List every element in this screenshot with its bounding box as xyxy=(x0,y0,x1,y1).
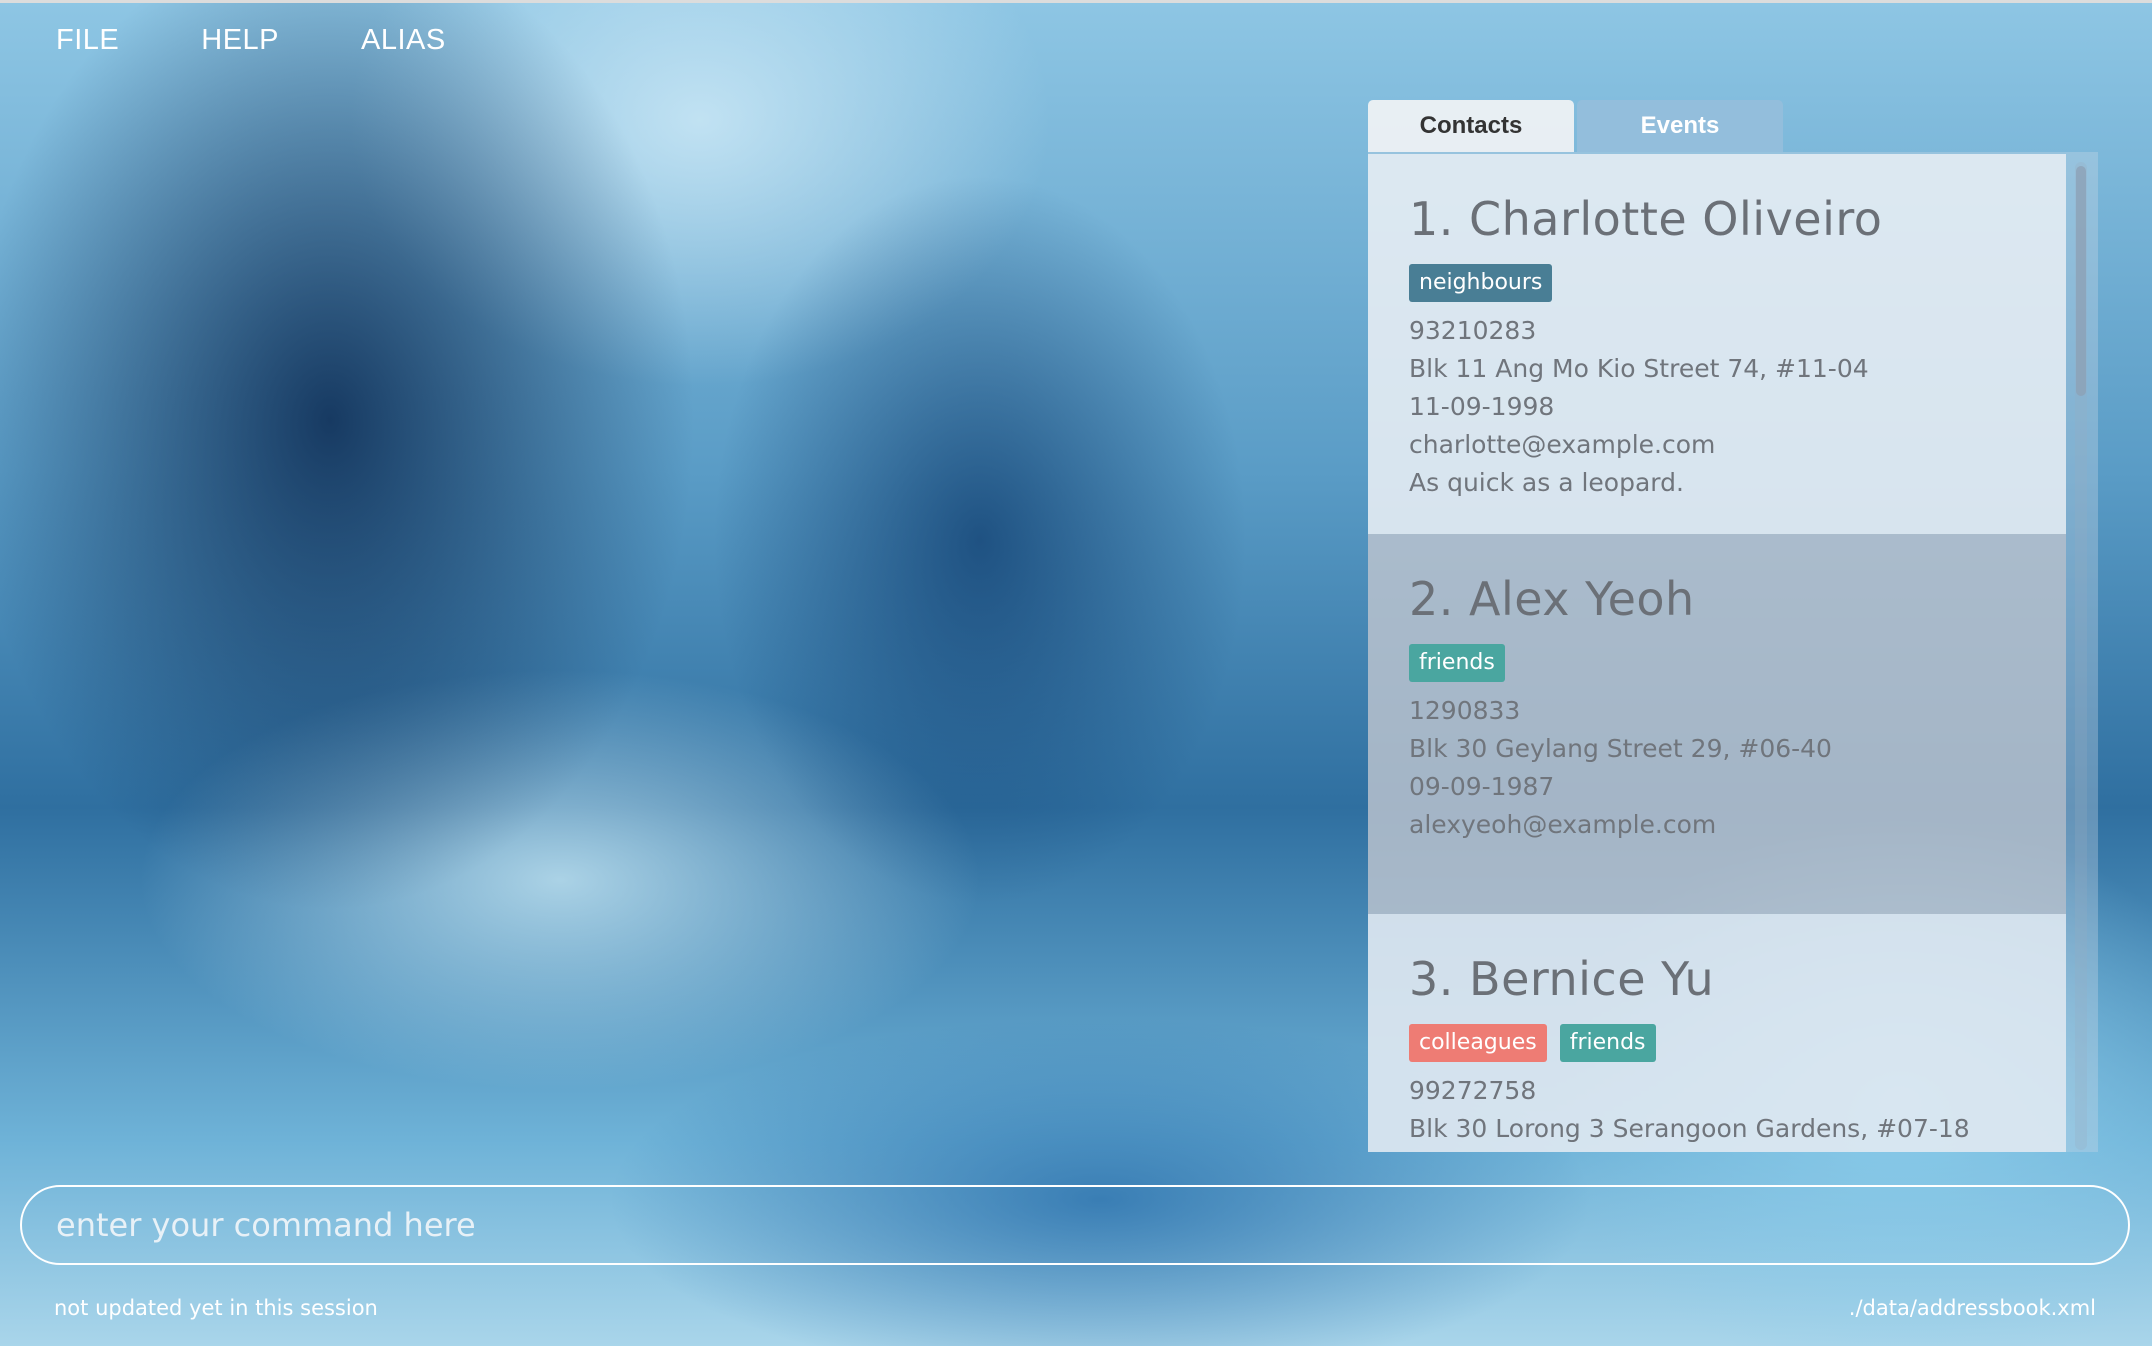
menu-alias[interactable]: ALIAS xyxy=(361,24,446,57)
contact-phone: 1290833 xyxy=(1409,696,1521,725)
tag: neighbours xyxy=(1409,264,1553,302)
contact-card[interactable]: 2. Alex Yeoh friends 1290833 Blk 30 Geyl… xyxy=(1368,534,2066,914)
tab-events[interactable]: Events xyxy=(1577,100,1783,152)
contact-address: Blk 30 Geylang Street 29, #06-40 xyxy=(1409,734,1832,763)
tab-bar: Contacts Events xyxy=(1368,100,1783,152)
command-input[interactable] xyxy=(20,1185,2130,1265)
contact-birthday: 09-09-1987 xyxy=(1409,772,1555,801)
sync-status: not updated yet in this session xyxy=(54,1296,378,1320)
contact-list[interactable]: 1. Charlotte Oliveiro neighbours 9321028… xyxy=(1368,152,2098,1152)
tag: friends xyxy=(1559,1024,1656,1062)
contact-card[interactable]: 1. Charlotte Oliveiro neighbours 9321028… xyxy=(1368,154,2066,534)
tag: friends xyxy=(1409,644,1505,682)
contact-birthday: 11-09-1998 xyxy=(1409,392,1555,421)
contact-card[interactable]: 3. Bernice Yu colleagues friends 9927275… xyxy=(1368,914,2066,1152)
contact-phone: 93210283 xyxy=(1409,316,1537,345)
contact-name: 3. Bernice Yu xyxy=(1409,952,1715,1006)
tag-list: neighbours xyxy=(1409,264,2066,302)
menu-help[interactable]: HELP xyxy=(201,24,279,57)
menu-bar: FILE HELP ALIAS xyxy=(56,24,446,57)
contact-email: alexyeoh@example.com xyxy=(1409,810,1717,839)
contact-name: 2. Alex Yeoh xyxy=(1409,572,1695,626)
menu-file[interactable]: FILE xyxy=(56,24,119,57)
tag-list: colleagues friends xyxy=(1409,1024,2066,1062)
scrollbar-thumb[interactable] xyxy=(2076,166,2086,396)
save-location: ./data/addressbook.xml xyxy=(1848,1296,2096,1320)
contact-address: Blk 11 Ang Mo Kio Street 74, #11-04 xyxy=(1409,354,1869,383)
tag-list: friends xyxy=(1409,644,2066,682)
window-top-border xyxy=(0,0,2152,3)
contact-email: charlotte@example.com xyxy=(1409,430,1716,459)
tag: colleagues xyxy=(1409,1024,1547,1062)
contact-remark: As quick as a leopard. xyxy=(1409,468,1684,497)
contact-address: Blk 30 Lorong 3 Serangoon Gardens, #07-1… xyxy=(1409,1114,1970,1143)
tab-contacts[interactable]: Contacts xyxy=(1368,100,1574,152)
contact-name: 1. Charlotte Oliveiro xyxy=(1409,192,1883,246)
contact-phone: 99272758 xyxy=(1409,1076,1537,1105)
